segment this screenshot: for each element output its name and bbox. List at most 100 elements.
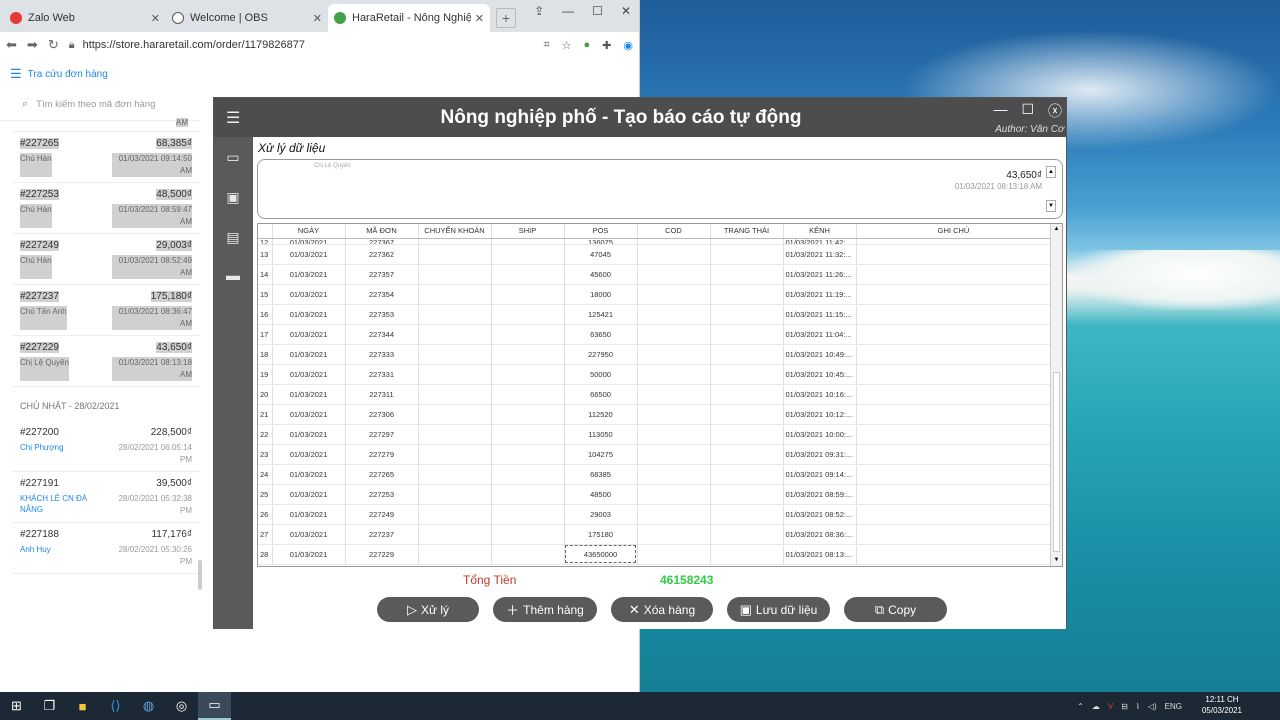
table-cell[interactable]: 01/03/2021 10:12:...	[783, 404, 857, 425]
table-cell[interactable]: 01/03/2021	[272, 464, 346, 485]
table-cell[interactable]: 24	[258, 464, 273, 485]
table-cell[interactable]	[491, 264, 565, 285]
cloud-icon[interactable]: ☁	[1092, 702, 1100, 711]
table-cell[interactable]: 227950	[564, 344, 638, 365]
column-header[interactable]: KÊNH	[783, 224, 857, 239]
table-cell[interactable]	[856, 244, 1052, 265]
table-cell[interactable]	[710, 284, 784, 305]
table-row[interactable]: 23 01/03/2021 227279 104275 01/03/2021 09:31…	[258, 444, 1052, 465]
table-cell[interactable]: 28	[258, 544, 273, 565]
table-cell[interactable]	[637, 464, 711, 485]
table-cell[interactable]	[491, 484, 565, 505]
table-cell[interactable]: 68385	[564, 464, 638, 485]
minimize-icon[interactable]: —	[993, 101, 1007, 121]
table-cell[interactable]	[710, 464, 784, 485]
table-row[interactable]: 19 01/03/2021 227331 50000 01/03/2021 10:45:…	[258, 364, 1052, 385]
file-explorer-icon[interactable]: ■	[66, 692, 99, 720]
table-cell[interactable]	[856, 424, 1052, 445]
table-cell[interactable]	[856, 444, 1052, 465]
table-cell[interactable]: 01/03/2021 10:45:...	[783, 364, 857, 385]
scroll-up-icon[interactable]: ▲	[1052, 225, 1061, 234]
forward-icon[interactable]: ➡	[27, 37, 38, 53]
card-icon[interactable]: ▬	[223, 267, 243, 285]
table-cell[interactable]: 15	[258, 284, 273, 305]
tab-obs[interactable]: Welcome | OBS ✕	[166, 4, 328, 32]
table-cell[interactable]: 01/03/2021	[272, 304, 346, 325]
table-cell[interactable]: 21	[258, 404, 273, 425]
table-cell[interactable]: 23	[258, 444, 273, 465]
table-cell[interactable]: 227253	[345, 484, 419, 505]
copy-button[interactable]: ⧉ Copy	[844, 597, 947, 622]
vscode-icon[interactable]: ⟨⟩	[99, 692, 132, 720]
table-cell[interactable]	[418, 544, 492, 565]
table-cell[interactable]: 01/03/2021 09:14:...	[783, 464, 857, 485]
table-cell[interactable]: 01/03/2021	[272, 384, 346, 405]
maximize-icon[interactable]: ☐	[1021, 101, 1034, 121]
table-row[interactable]: 21 01/03/2021 227306 112520 01/03/2021 10:12…	[258, 404, 1052, 425]
table-cell[interactable]: 48500	[564, 484, 638, 505]
table-cell[interactable]	[491, 244, 565, 265]
key-icon[interactable]: ⌗	[543, 39, 549, 52]
column-header[interactable]: TRẠNG THÁI	[710, 224, 784, 239]
task-view-icon[interactable]: ❐	[33, 692, 66, 720]
table-cell[interactable]: 45600	[564, 264, 638, 285]
table-cell[interactable]: 43650000	[564, 544, 638, 565]
star-icon[interactable]: ☆	[562, 39, 572, 52]
close-icon[interactable]: ✕	[313, 12, 322, 25]
table-cell[interactable]: 01/03/2021 11:04:...	[783, 324, 857, 345]
table-row[interactable]: 20 01/03/2021 227311 66500 01/03/2021 10:16:…	[258, 384, 1052, 405]
table-cell[interactable]: 125421	[564, 304, 638, 325]
table-cell[interactable]: 227331	[345, 364, 419, 385]
table-cell[interactable]	[418, 524, 492, 545]
table-cell[interactable]	[856, 464, 1052, 485]
table-cell[interactable]: 01/03/2021	[272, 444, 346, 465]
table-cell[interactable]: 01/03/2021	[272, 364, 346, 385]
table-cell[interactable]	[637, 264, 711, 285]
table-cell[interactable]	[710, 524, 784, 545]
delete-row-button[interactable]: ✕ Xóa hàng	[611, 597, 713, 622]
table-cell[interactable]: 27	[258, 524, 273, 545]
minimize-icon[interactable]: —	[562, 4, 574, 18]
table-cell[interactable]	[491, 324, 565, 345]
table-cell[interactable]: 17	[258, 324, 273, 345]
table-cell[interactable]: 227354	[345, 284, 419, 305]
add-row-button[interactable]: ＋ Thêm hàng	[493, 597, 597, 622]
table-cell[interactable]	[637, 364, 711, 385]
table-cell[interactable]	[710, 344, 784, 365]
table-cell[interactable]	[856, 524, 1052, 545]
table-cell[interactable]	[491, 444, 565, 465]
save-button[interactable]: ▣ Lưu dữ liệu	[727, 597, 830, 622]
table-cell[interactable]	[491, 304, 565, 325]
table-cell[interactable]	[491, 344, 565, 365]
table-cell[interactable]: 227357	[345, 264, 419, 285]
table-cell[interactable]: 227362	[345, 244, 419, 265]
table-cell[interactable]: 01/03/2021	[272, 404, 346, 425]
table-cell[interactable]	[710, 264, 784, 285]
table-cell[interactable]: 104275	[564, 444, 638, 465]
table-cell[interactable]: 227249	[345, 504, 419, 525]
table-cell[interactable]: 227265	[345, 464, 419, 485]
table-cell[interactable]	[418, 324, 492, 345]
profile-icon[interactable]: ◉	[623, 39, 633, 52]
table-cell[interactable]	[418, 404, 492, 425]
table-cell[interactable]	[491, 464, 565, 485]
table-cell[interactable]: 47045	[564, 244, 638, 265]
table-cell[interactable]: 29003	[564, 504, 638, 525]
table-cell[interactable]	[710, 504, 784, 525]
table-cell[interactable]	[637, 284, 711, 305]
table-cell[interactable]: 19	[258, 364, 273, 385]
table-cell[interactable]	[418, 444, 492, 465]
column-header[interactable]: MÃ ĐƠN	[345, 224, 419, 239]
clock[interactable]: 12:11 CH 05/03/2021	[1202, 694, 1242, 716]
table-row[interactable]: 13 01/03/2021 227362 47045 01/03/2021 11:32:…	[258, 244, 1052, 265]
table-cell[interactable]: 01/03/2021 11:32:...	[783, 244, 857, 265]
table-cell[interactable]	[418, 344, 492, 365]
table-cell[interactable]	[418, 264, 492, 285]
table-cell[interactable]	[856, 384, 1052, 405]
table-cell[interactable]: 01/03/2021	[272, 524, 346, 545]
column-header[interactable]: GHI CHÚ	[856, 224, 1052, 239]
table-cell[interactable]	[856, 264, 1052, 285]
table-row[interactable]: 24 01/03/2021 227265 68385 01/03/2021 09:14:…	[258, 464, 1052, 485]
table-cell[interactable]	[491, 384, 565, 405]
table-cell[interactable]	[637, 324, 711, 345]
